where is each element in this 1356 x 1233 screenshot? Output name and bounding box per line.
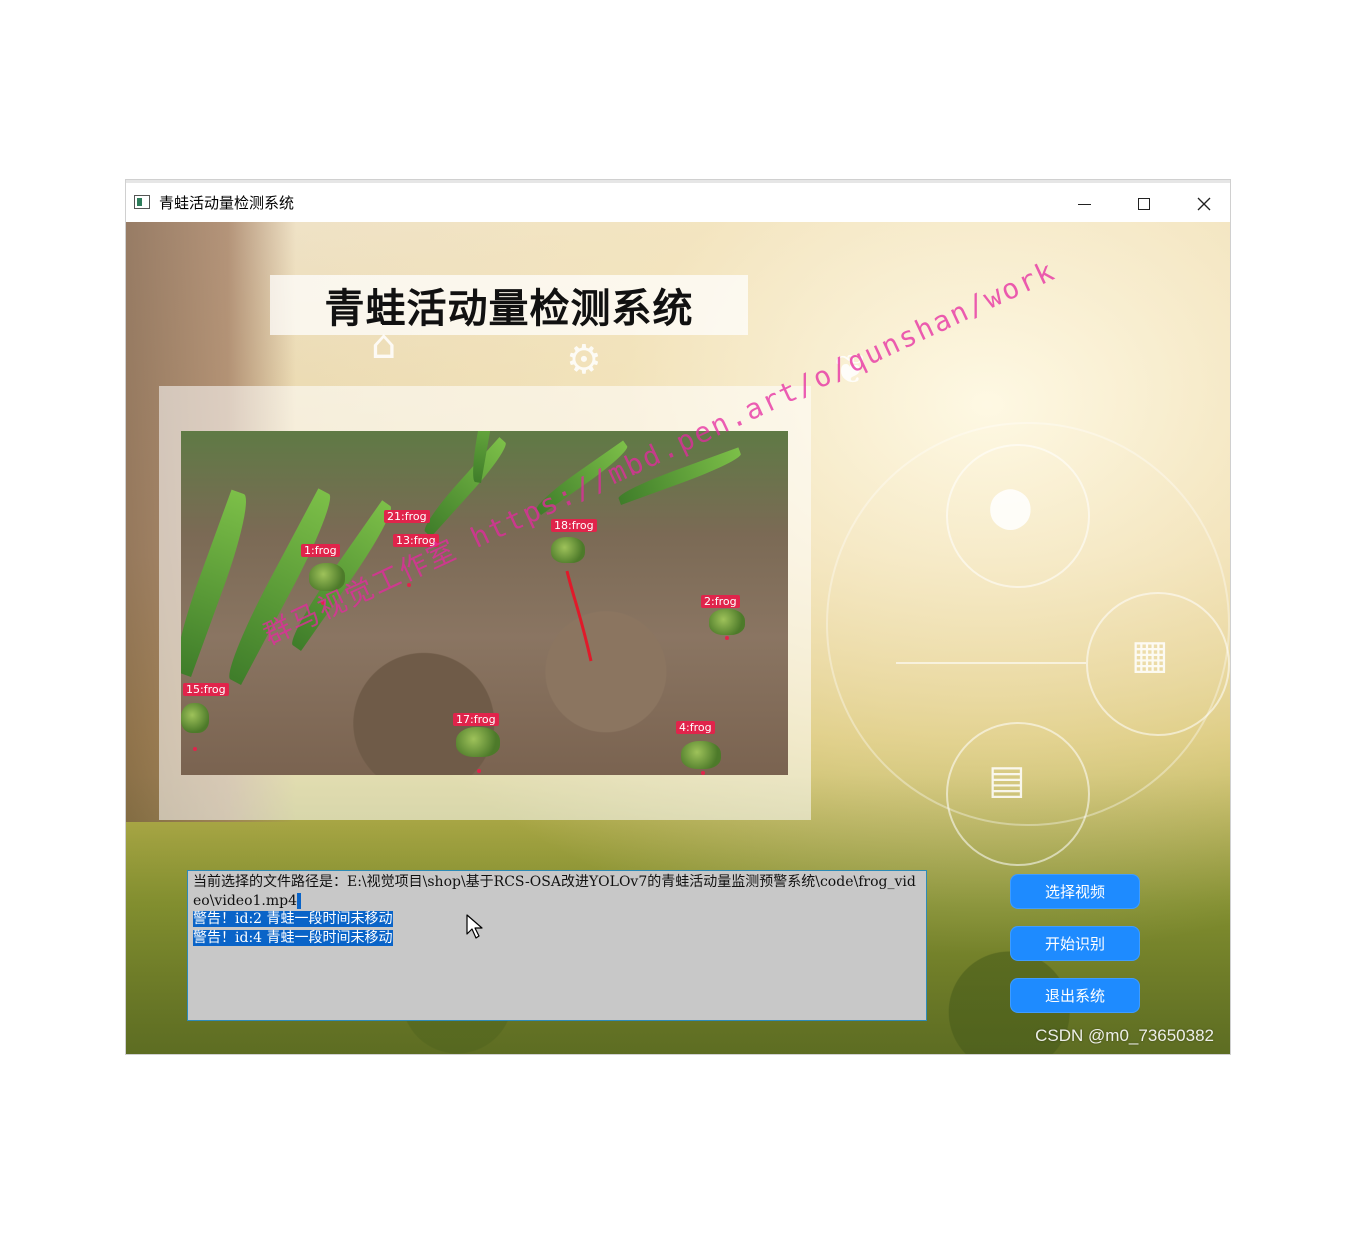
detection-label: 18:frog [551, 519, 597, 532]
app-icon [134, 195, 150, 209]
decor-circle-large [826, 422, 1230, 826]
detection-center-dot [701, 771, 705, 775]
log-line-warning: 警告！id:4 青蛙一段时间未移动 [193, 929, 393, 946]
main-content: ⬤ ▦ ▤ ⚙ ⌂ ❦ 青蛙活动量检测系统 21:frog 1:frog 13:… [126, 222, 1230, 1054]
decor-arrow-line [896, 662, 1086, 664]
log-output[interactable]: 当前选择的文件路径是：E:\视觉项目\shop\基于RCS-OSA改进YOLOv… [187, 870, 927, 1021]
minimize-icon [1077, 203, 1091, 205]
detection-center-dot [193, 747, 197, 751]
map-pin-icon: ⬤ [988, 484, 1033, 530]
close-button[interactable] [1174, 186, 1234, 222]
map-icon: ▦ [1131, 632, 1169, 678]
log-line-file-path: 当前选择的文件路径是：E:\视觉项目\shop\基于RCS-OSA改进YOLOv… [193, 874, 916, 909]
solar-panel-icon: ▤ [988, 757, 1026, 803]
maximize-icon [1138, 198, 1150, 210]
app-window: 青蛙活动量检测系统 ⬤ ▦ ▤ ⚙ ⌂ ❦ 青蛙活动量检测系统 21:frog … [126, 180, 1230, 1054]
tractor-icon: ⚙ [566, 337, 602, 383]
detection-center-dot [725, 636, 729, 640]
log-line-warning: 警告！id:2 青蛙一段时间未移动 [193, 911, 393, 927]
video-panel: 21:frog 1:frog 13:frog 18:frog 2:frog 15… [159, 386, 811, 820]
exit-system-button[interactable]: 退出系统 [1010, 978, 1140, 1013]
title-bar[interactable]: 青蛙活动量检测系统 [126, 183, 1230, 222]
detection-label: 17:frog [453, 713, 499, 726]
start-detect-button[interactable]: 开始识别 [1010, 926, 1140, 961]
csdn-watermark: CSDN @m0_73650382 [1035, 1026, 1214, 1045]
select-video-button[interactable]: 选择视频 [1010, 874, 1140, 909]
window-title: 青蛙活动量检测系统 [159, 194, 295, 212]
detection-center-dot [477, 769, 481, 773]
text-caret [297, 892, 302, 909]
detection-label: 21:frog [384, 510, 430, 523]
minimize-button[interactable] [1054, 186, 1114, 222]
detection-label: 1:frog [301, 544, 340, 557]
detection-label: 4:frog [676, 721, 715, 734]
detection-label: 15:frog [183, 683, 229, 696]
mouse-pointer-icon [466, 914, 483, 939]
close-icon [1197, 197, 1211, 211]
video-display: 21:frog 1:frog 13:frog 18:frog 2:frog 15… [181, 431, 788, 775]
page-title: 青蛙活动量检测系统 [324, 286, 694, 332]
detection-label: 2:frog [701, 595, 740, 608]
title-banner: 青蛙活动量检测系统 [270, 275, 748, 335]
maximize-button[interactable] [1114, 186, 1174, 222]
